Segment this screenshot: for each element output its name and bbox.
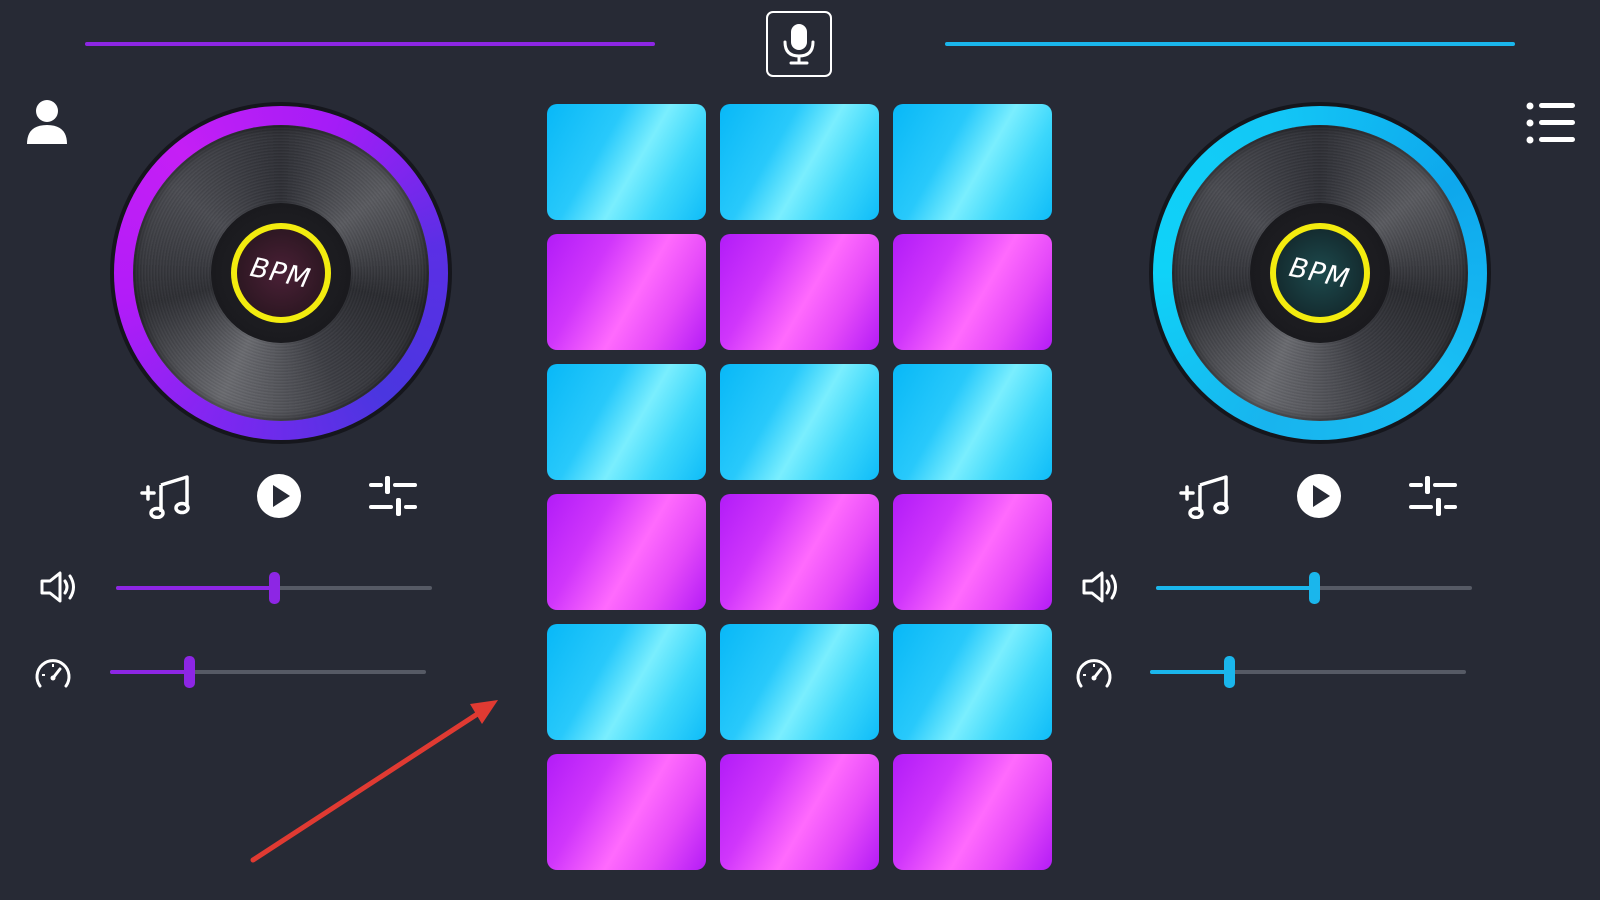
left-add-music-button[interactable] bbox=[138, 472, 192, 520]
right-mixer-button[interactable] bbox=[1409, 472, 1459, 520]
right-turntable[interactable]: BPM bbox=[1149, 102, 1491, 444]
speedometer-icon bbox=[35, 659, 71, 688]
right-volume-slider[interactable] bbox=[1156, 572, 1472, 604]
slider-fill bbox=[110, 670, 189, 674]
user-icon bbox=[27, 100, 67, 144]
drum-pad-3-3[interactable] bbox=[893, 364, 1052, 480]
left-play-button[interactable] bbox=[255, 472, 303, 520]
drum-pad-1-2[interactable] bbox=[720, 104, 879, 220]
drum-pad-2-2[interactable] bbox=[720, 234, 879, 350]
drum-pad-grid bbox=[547, 104, 1053, 870]
slider-thumb[interactable] bbox=[1309, 572, 1320, 604]
right-play-button[interactable] bbox=[1295, 472, 1343, 520]
dj-mixer-screen: BPM BPM bbox=[0, 0, 1600, 900]
drum-pad-3-2[interactable] bbox=[720, 364, 879, 480]
play-icon bbox=[257, 474, 301, 518]
left-turntable[interactable]: BPM bbox=[110, 102, 452, 444]
right-volume-icon-wrap bbox=[1080, 568, 1122, 606]
drum-pad-1-3[interactable] bbox=[893, 104, 1052, 220]
menu-button[interactable] bbox=[1524, 100, 1578, 146]
slider-thumb[interactable] bbox=[269, 572, 280, 604]
mic-icon bbox=[783, 24, 815, 65]
left-bpm-button[interactable]: BPM bbox=[231, 223, 331, 323]
slider-thumb[interactable] bbox=[184, 656, 195, 688]
left-volume-icon-wrap bbox=[38, 568, 80, 606]
left-speed-slider[interactable] bbox=[110, 656, 426, 688]
right-deck-level-bar bbox=[945, 42, 1515, 46]
drum-pad-5-3[interactable] bbox=[893, 624, 1052, 740]
right-bpm-button[interactable]: BPM bbox=[1270, 223, 1370, 323]
left-bpm-label: BPM bbox=[247, 251, 315, 295]
drum-pad-6-1[interactable] bbox=[547, 754, 706, 870]
drum-pad-6-3[interactable] bbox=[893, 754, 1052, 870]
add-music-icon bbox=[140, 475, 190, 519]
list-menu-icon bbox=[1526, 102, 1575, 144]
left-mixer-button[interactable] bbox=[369, 472, 419, 520]
drum-pad-5-2[interactable] bbox=[720, 624, 879, 740]
play-icon bbox=[1297, 474, 1341, 518]
left-deck-level-bar bbox=[85, 42, 655, 46]
microphone-button[interactable] bbox=[766, 11, 832, 77]
left-speed-icon-wrap bbox=[33, 655, 73, 691]
equalizer-sliders-icon bbox=[1409, 476, 1457, 516]
right-bpm-label: BPM bbox=[1286, 251, 1354, 295]
slider-fill bbox=[116, 586, 274, 590]
drum-pad-3-1[interactable] bbox=[547, 364, 706, 480]
left-volume-slider[interactable] bbox=[116, 572, 432, 604]
slider-fill bbox=[1156, 586, 1314, 590]
profile-button[interactable] bbox=[24, 98, 70, 146]
speaker-volume-icon bbox=[1082, 571, 1117, 603]
drum-pad-4-1[interactable] bbox=[547, 494, 706, 610]
speaker-volume-icon bbox=[40, 571, 75, 603]
equalizer-sliders-icon bbox=[369, 476, 417, 516]
speedometer-icon bbox=[1076, 659, 1112, 688]
right-add-music-button[interactable] bbox=[1177, 472, 1231, 520]
drum-pad-2-3[interactable] bbox=[893, 234, 1052, 350]
slider-fill bbox=[1150, 670, 1229, 674]
drum-pad-4-2[interactable] bbox=[720, 494, 879, 610]
drum-pad-1-1[interactable] bbox=[547, 104, 706, 220]
drum-pad-6-2[interactable] bbox=[720, 754, 879, 870]
drum-pad-4-3[interactable] bbox=[893, 494, 1052, 610]
add-music-icon bbox=[1179, 475, 1229, 519]
right-speed-slider[interactable] bbox=[1150, 656, 1466, 688]
drum-pad-5-1[interactable] bbox=[547, 624, 706, 740]
drum-pad-2-1[interactable] bbox=[547, 234, 706, 350]
right-speed-icon-wrap bbox=[1074, 655, 1114, 691]
slider-thumb[interactable] bbox=[1224, 656, 1235, 688]
